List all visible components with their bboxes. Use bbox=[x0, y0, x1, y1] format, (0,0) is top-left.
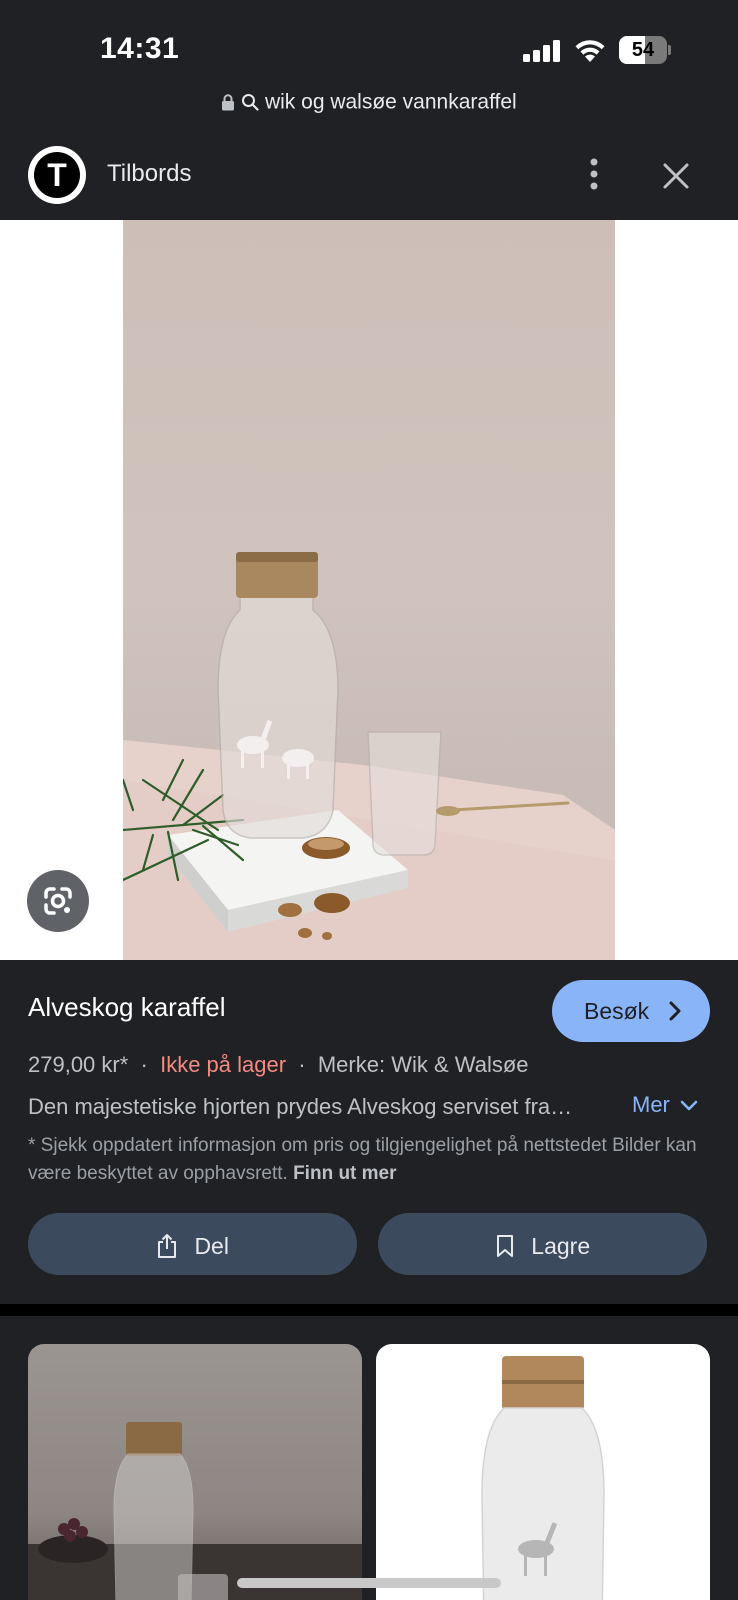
product-meta: 279,00 kr* · Ikke på lager · Merke: Wik … bbox=[28, 1052, 529, 1078]
status-bar: 14:31 54 bbox=[0, 0, 738, 84]
product-photo[interactable] bbox=[123, 220, 615, 960]
close-icon[interactable] bbox=[656, 156, 696, 196]
meta-separator: · bbox=[292, 1052, 318, 1077]
lock-icon bbox=[222, 94, 235, 111]
related-image-illustration bbox=[28, 1422, 362, 1600]
share-icon bbox=[158, 1233, 177, 1258]
learn-more-link[interactable]: Finn ut mer bbox=[293, 1163, 396, 1184]
visit-button-label: Besøk bbox=[584, 998, 650, 1024]
url-bar[interactable]: wik og walsøe vannkaraffel bbox=[0, 90, 738, 122]
product-description: Den majestetiske hjorten prydes Alveskog… bbox=[28, 1094, 573, 1119]
home-indicator[interactable] bbox=[237, 1578, 501, 1588]
product-title[interactable]: Alveskog karaffel bbox=[28, 992, 226, 1023]
more-vert-icon[interactable] bbox=[576, 154, 612, 194]
product-photo-illustration bbox=[123, 552, 615, 960]
product-info-panel: Alveskog karaffel Besøk 279,00 kr* · Ikk… bbox=[0, 960, 738, 1304]
product-price: 279,00 kr* bbox=[28, 1052, 129, 1077]
status-time: 14:31 bbox=[100, 32, 180, 65]
more-button-label: Mer bbox=[632, 1092, 670, 1117]
battery-percent: 54 bbox=[631, 39, 655, 61]
search-query: wik og walsøe vannkaraffel bbox=[264, 90, 517, 114]
related-image-thumbnail[interactable] bbox=[28, 1344, 362, 1600]
section-divider bbox=[0, 1304, 738, 1316]
site-logo[interactable]: T bbox=[28, 146, 86, 204]
share-button-label: Del bbox=[194, 1232, 229, 1259]
save-button-label: Lagre bbox=[531, 1232, 591, 1259]
visit-button[interactable]: Besøk bbox=[552, 980, 710, 1042]
stock-status: Ikke på lager bbox=[160, 1052, 287, 1077]
save-button[interactable]: Lagre bbox=[378, 1213, 707, 1275]
related-image-illustration bbox=[481, 1356, 605, 1600]
more-button[interactable]: Mer bbox=[632, 1092, 698, 1118]
meta-separator: · bbox=[134, 1052, 161, 1077]
disclaimer: * Sjekk oppdatert informasjon om pris og… bbox=[28, 1132, 708, 1188]
related-images-grid bbox=[0, 1316, 738, 1600]
search-icon bbox=[242, 94, 259, 112]
site-name[interactable]: Tilbords bbox=[107, 160, 191, 188]
site-header: T Tilbords bbox=[0, 138, 738, 220]
share-button[interactable]: Del bbox=[28, 1213, 357, 1275]
wifi-icon bbox=[575, 40, 605, 62]
image-viewer[interactable] bbox=[0, 220, 738, 960]
chevron-right-icon bbox=[669, 1001, 681, 1021]
product-brand: Merke: Wik & Walsøe bbox=[317, 1052, 529, 1077]
bookmark-icon bbox=[496, 1234, 513, 1257]
chevron-down-icon bbox=[680, 1100, 698, 1111]
cellular-signal-icon bbox=[523, 40, 560, 62]
site-logo-letter: T bbox=[34, 152, 80, 198]
battery-indicator: 54 bbox=[619, 36, 671, 64]
related-image-thumbnail[interactable] bbox=[376, 1344, 710, 1600]
google-lens-icon[interactable] bbox=[27, 870, 89, 932]
